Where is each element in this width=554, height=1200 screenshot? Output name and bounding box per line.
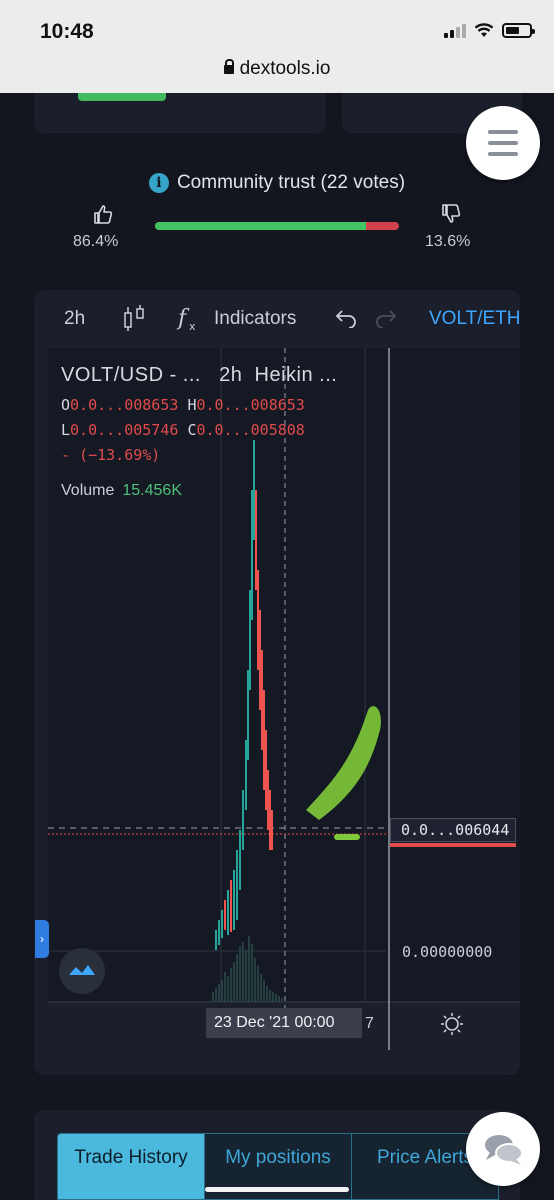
wifi-icon	[474, 23, 494, 37]
lock-icon	[223, 59, 234, 74]
volume-bar	[281, 998, 283, 1002]
volume-bar	[248, 936, 250, 1002]
trust-bar	[155, 222, 399, 230]
volume-bar	[275, 994, 277, 1002]
annotation-drawing	[306, 706, 381, 820]
candlestick-series	[215, 440, 273, 950]
volume-bar	[272, 992, 274, 1002]
chat-icon	[485, 1135, 523, 1165]
candle	[265, 730, 267, 810]
trust-bar-up-fill	[155, 222, 366, 230]
volume-bar	[242, 942, 244, 1002]
volume-bar	[230, 968, 232, 1002]
chart-panel: 2h f x Indicators VOLT/ETH VOLT/USD - ..…	[34, 290, 520, 1075]
current-price-tag: 0.0...006044	[390, 818, 516, 842]
candle	[215, 930, 217, 950]
status-time: 10:48	[40, 20, 94, 43]
home-indicator	[205, 1187, 349, 1192]
volume-bar	[278, 996, 280, 1002]
candle	[269, 790, 271, 850]
volume-bar	[266, 986, 268, 1002]
volume-bar	[218, 984, 220, 1002]
candle	[227, 890, 229, 935]
volume-bar	[251, 944, 253, 1002]
volume-bar	[227, 976, 229, 1002]
candle	[245, 740, 247, 810]
candle	[239, 830, 241, 890]
candle	[218, 920, 220, 945]
time-axis-crosshair-label: 23 Dec '21 00:00	[206, 1008, 362, 1038]
settings-gear-icon[interactable]	[440, 1012, 464, 1036]
volume-bar	[236, 954, 238, 1002]
chart-legend: VOLT/USD - ... 2h Heikin ... O0.0...0086…	[61, 364, 337, 468]
info-icon[interactable]: i	[148, 173, 169, 193]
tradingview-logo[interactable]	[59, 948, 105, 994]
side-panel-toggle[interactable]: ›	[35, 920, 49, 958]
chat-button[interactable]	[466, 1112, 540, 1186]
browser-chrome: 10:48 dextools.io	[0, 0, 554, 93]
volume-bar	[221, 980, 223, 1002]
volume-bar	[260, 974, 262, 1002]
legend-change: - (−13.69%)	[61, 446, 161, 464]
candle	[224, 900, 226, 930]
tab-trade-history[interactable]: Trade History	[58, 1134, 204, 1199]
candle	[242, 790, 244, 850]
candle	[236, 850, 238, 920]
volume-bar	[254, 958, 256, 1002]
trust-down-percent: 13.6%	[425, 233, 471, 250]
price-tag-underline	[390, 843, 516, 847]
hamburger-menu-button[interactable]	[466, 106, 540, 180]
volume-bar	[224, 972, 226, 1002]
volume-bar	[263, 980, 265, 1002]
candle	[233, 870, 235, 930]
time-axis-label: 7	[365, 1015, 374, 1032]
menu-line-icon	[488, 152, 518, 156]
green-button[interactable]	[78, 93, 166, 101]
tradingview-icon	[69, 965, 95, 975]
menu-line-icon	[488, 130, 518, 134]
volume-bar	[269, 990, 271, 1002]
signal-icon	[444, 22, 466, 38]
candle	[249, 590, 251, 690]
candle	[267, 770, 269, 830]
price-axis-zero-label: 0.00000000	[402, 943, 493, 961]
candle	[261, 650, 263, 750]
volume-bar	[245, 950, 247, 1002]
battery-icon	[502, 22, 535, 38]
candle	[271, 810, 273, 850]
candle	[247, 670, 249, 760]
volume-bar	[233, 962, 235, 1002]
status-icons	[444, 22, 535, 38]
menu-line-icon	[488, 141, 518, 145]
legend-open-high: O0.0...008653 H0.0...008653	[61, 396, 305, 414]
candle	[255, 490, 257, 590]
volume-bars	[212, 936, 283, 1002]
thumbs-up-icon[interactable]	[92, 203, 114, 225]
legend-low-close: L0.0...005746 C0.0...005808	[61, 421, 305, 439]
candle	[230, 880, 232, 932]
pair-info-card	[34, 93, 326, 133]
candle	[221, 910, 223, 938]
volume-bar	[257, 966, 259, 1002]
volume-bar	[239, 946, 241, 1002]
trust-up-percent: 86.4%	[73, 233, 119, 250]
volume-legend: Volume 15.456K	[61, 482, 182, 499]
legend-title: VOLT/USD - ... 2h Heikin ...	[61, 364, 338, 386]
url-text: dextools.io	[239, 58, 331, 79]
candle	[263, 690, 265, 790]
annotation-mark	[334, 834, 360, 840]
volume-bar	[215, 988, 217, 1002]
thumbs-down-icon[interactable]	[440, 203, 462, 225]
url-bar[interactable]: dextools.io	[0, 58, 554, 80]
volume-bar	[212, 992, 214, 1002]
candle	[257, 570, 259, 670]
candle	[251, 490, 253, 620]
candle	[259, 610, 261, 710]
community-trust-title: i Community trust (22 votes)	[0, 172, 554, 194]
